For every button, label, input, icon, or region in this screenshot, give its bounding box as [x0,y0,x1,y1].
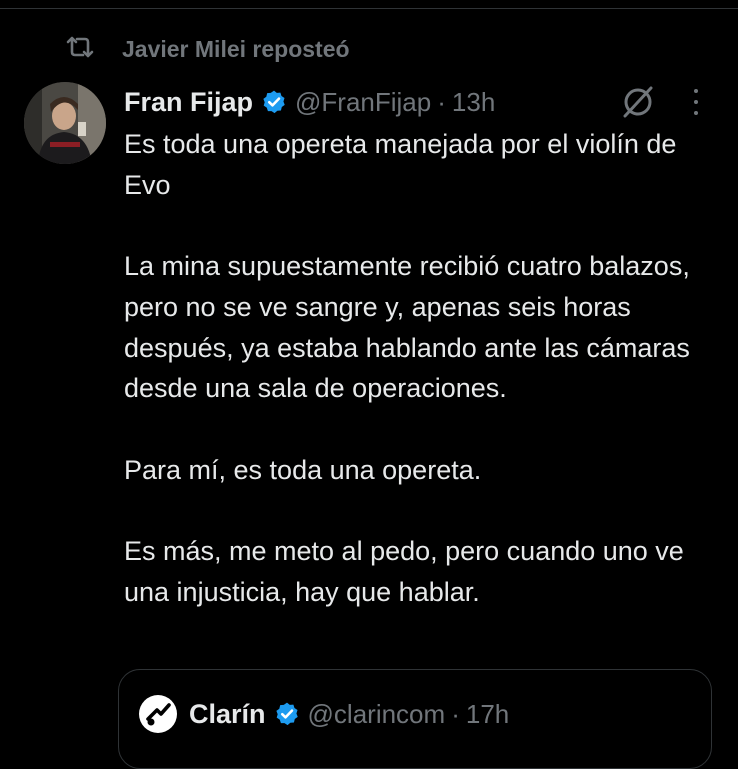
clarin-logo-icon [139,695,177,733]
more-options-icon[interactable] [684,86,708,118]
tweet-paragraph: Es toda una opereta manejada por el viol… [124,129,677,200]
quoted-separator-dot: · [451,698,460,729]
quoted-tweet[interactable]: Clarín @clarincom · 17h [118,669,712,769]
timestamp[interactable]: 13h [452,87,495,118]
verified-badge-icon [261,89,287,115]
quoted-timestamp[interactable]: 17h [466,699,509,730]
repost-context[interactable]: Javier Milei reposteó [64,34,350,64]
tweet-paragraph: La mina supuestamente recibió cuatro bal… [124,251,690,404]
top-divider [0,8,738,9]
quoted-author-handle[interactable]: @clarincom [308,699,446,730]
repost-icon [64,34,96,65]
quoted-author-name[interactable]: Clarín [189,699,266,730]
tweet-header: Fran Fijap @FranFijap · 13h [124,84,684,120]
avatar[interactable] [24,82,106,164]
tweet-text: Es toda una opereta manejada por el viol… [124,124,704,612]
repost-label: Javier Milei reposteó [122,35,350,62]
tweet-paragraph: Es más, me meto al pedo, pero cuando uno… [124,535,684,607]
tweet-paragraph: Para mí, es toda una opereta. [124,454,482,485]
author-handle[interactable]: @FranFijap [295,87,431,118]
author-name[interactable]: Fran Fijap [124,87,253,118]
grok-icon[interactable] [620,84,656,120]
quoted-tweet-header: Clarín @clarincom · 17h [139,695,509,733]
separator-dot: · [437,86,446,117]
quoted-verified-badge-icon [274,701,300,727]
